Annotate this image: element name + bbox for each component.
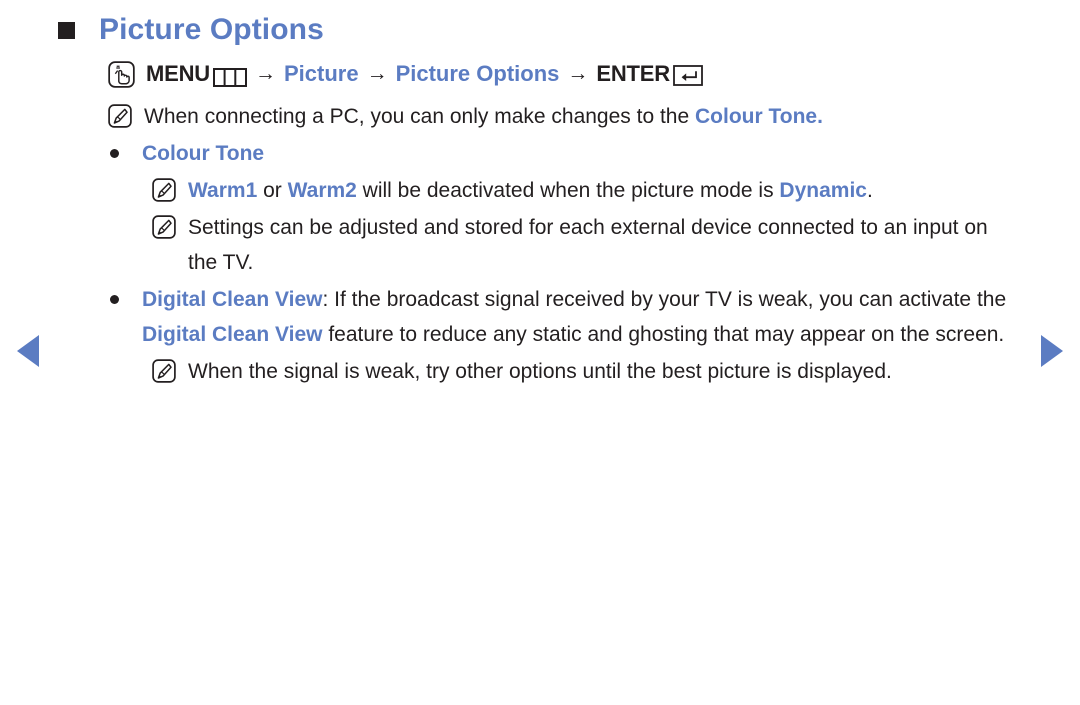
bullet-colour-tone-label: Colour Tone bbox=[142, 142, 265, 165]
menu-path-step-picture-options[interactable]: Picture Options bbox=[396, 59, 560, 89]
enter-button-label: ENTER bbox=[596, 61, 670, 86]
note-stored-settings: Settings can be adjusted and stored for … bbox=[152, 210, 1033, 280]
warm-tail: . bbox=[866, 179, 873, 202]
highlight-digital-clean-view-1: Digital Clean View bbox=[142, 288, 323, 311]
note-icon bbox=[108, 104, 132, 128]
highlight-warm1: Warm1 bbox=[188, 179, 258, 202]
note-text-lead: When connecting a PC, you can only make … bbox=[144, 105, 695, 128]
note-icon bbox=[152, 359, 176, 383]
hand-press-icon bbox=[108, 60, 135, 88]
bullet-digital-clean-view-text: Digital Clean View: If the broadcast sig… bbox=[142, 282, 1017, 352]
menu-button-label: MENU bbox=[146, 61, 210, 86]
note-weak-signal-text: When the signal is weak, try other optio… bbox=[188, 360, 892, 383]
warm-mid-2: will be deactivated when the picture mod… bbox=[356, 179, 780, 202]
note-warm-modes-text: Warm1 or Warm2 will be deactivated when … bbox=[188, 173, 873, 208]
note-highlight-colour-tone: Colour Tone. bbox=[695, 105, 823, 128]
round-bullet-icon bbox=[110, 295, 119, 304]
enter-return-icon bbox=[673, 64, 703, 86]
menu-path-step-picture[interactable]: Picture bbox=[284, 59, 359, 89]
round-bullet-icon bbox=[110, 149, 119, 158]
dcv-text-middle: : If the broadcast signal received by yo… bbox=[322, 288, 1007, 311]
warm-mid-1: or bbox=[257, 179, 288, 202]
path-arrow-3: → bbox=[567, 62, 589, 85]
note-icon bbox=[152, 215, 176, 239]
manual-page: Picture Options MENU → Picture → Picture… bbox=[0, 0, 1080, 705]
note-pc-connection: When connecting a PC, you can only make … bbox=[108, 99, 1033, 134]
section-heading: Picture Options bbox=[58, 10, 1033, 50]
note-pc-connection-text: When connecting a PC, you can only make … bbox=[144, 99, 823, 134]
menu-path: MENU → Picture → Picture Options → ENTER bbox=[108, 59, 1033, 89]
note-stored-settings-text: Settings can be adjusted and stored for … bbox=[188, 216, 988, 274]
menu-grid-icon bbox=[212, 65, 247, 87]
bullet-colour-tone: Colour Tone bbox=[110, 136, 1033, 171]
previous-page-arrow-icon[interactable] bbox=[17, 335, 39, 367]
path-arrow-1: → bbox=[254, 62, 276, 85]
highlight-warm2: Warm2 bbox=[287, 179, 357, 202]
path-arrow-2: → bbox=[366, 62, 388, 85]
highlight-digital-clean-view-2: Digital Clean View bbox=[142, 323, 323, 346]
square-bullet-icon bbox=[58, 22, 75, 39]
highlight-dynamic: Dynamic bbox=[779, 179, 867, 202]
note-weak-signal: When the signal is weak, try other optio… bbox=[152, 354, 1033, 389]
note-warm-modes: Warm1 or Warm2 will be deactivated when … bbox=[152, 173, 1033, 208]
dcv-text-tail: feature to reduce any static and ghostin… bbox=[322, 323, 1005, 346]
page-title: Picture Options bbox=[99, 13, 324, 46]
content-column: Picture Options MENU → Picture → Picture… bbox=[58, 10, 1033, 391]
note-icon bbox=[152, 178, 176, 202]
bullet-digital-clean-view: Digital Clean View: If the broadcast sig… bbox=[110, 282, 1033, 352]
next-page-arrow-icon[interactable] bbox=[1041, 335, 1063, 367]
